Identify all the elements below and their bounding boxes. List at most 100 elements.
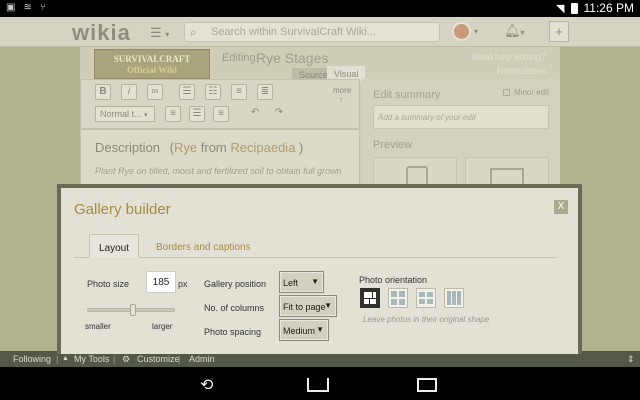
minor-edit-label: Minor edit — [514, 88, 550, 97]
tab-layout[interactable]: Layout — [89, 234, 140, 258]
wifi-icon: ◥ — [556, 2, 565, 15]
outdent-icon[interactable]: ≣ — [257, 84, 273, 100]
wiki-banner: SURVIVALCRAFT Official Wiki — [94, 49, 210, 79]
photo-spacing-label: Photo spacing — [204, 327, 262, 337]
undo-icon[interactable]: ↶ — [247, 106, 263, 122]
chevron-up-icon: ▲ — [62, 355, 69, 362]
android-navigation-bar: ⟲ — [0, 367, 640, 400]
customize-link[interactable]: Customize — [137, 354, 180, 364]
search-icon: ⌕ — [190, 25, 197, 39]
wikia-logo[interactable]: wikia — [72, 20, 131, 46]
my-tools-link[interactable]: My Tools — [74, 354, 109, 364]
gallery-builder-dialog: Gallery builder X Layout Borders and cap… — [57, 184, 582, 354]
edit-summary-label: Edit summary — [373, 89, 441, 101]
orientation-portrait-button[interactable] — [444, 288, 464, 308]
divider: | — [113, 354, 116, 364]
gear-icon: ⚙ — [122, 354, 131, 364]
italic-button[interactable]: i — [121, 84, 137, 100]
usb-icon: ⑂ — [39, 2, 46, 13]
original-shape-icon — [364, 292, 376, 304]
search-placeholder: Search within SurvivalCraft Wiki... — [211, 26, 377, 38]
battery-icon — [570, 2, 578, 14]
hamburger-menu-icon[interactable]: ☰ ▾ — [150, 25, 169, 41]
portrait-grid-icon — [447, 291, 461, 305]
need-help-link[interactable]: Need help editing? — [471, 52, 546, 62]
landscape-grid-icon — [419, 292, 433, 304]
image-notification-icon: ▣ — [6, 2, 16, 13]
dropdown-arrow-icon: ▼ — [324, 301, 332, 310]
heading-close: ) — [299, 140, 304, 155]
more-button[interactable]: more ↑ — [333, 86, 351, 104]
format-select[interactable]: Normal t... ▾ — [95, 106, 155, 122]
minor-edit-checkbox[interactable]: Minor edit — [503, 88, 549, 97]
recents-button[interactable] — [417, 375, 437, 392]
editing-label: Editing — [222, 52, 256, 64]
bell-icon[interactable]: 🔔︎▾ — [504, 23, 525, 39]
banner-subtitle: Official Wiki — [127, 65, 177, 75]
recents-icon — [417, 378, 437, 392]
gallery-position-label: Gallery position — [204, 279, 267, 289]
align-center-icon[interactable]: ☰ — [189, 106, 205, 122]
photo-spacing-value: Medium — [283, 326, 316, 336]
divider: | — [178, 354, 181, 364]
orientation-landscape-button[interactable] — [416, 288, 436, 308]
columns-label: No. of columns — [204, 303, 265, 313]
contribute-button[interactable]: + — [549, 21, 569, 42]
search-input[interactable]: ⌕ Search within SurvivalCraft Wiki... — [184, 22, 440, 42]
bold-button[interactable]: B — [95, 84, 111, 100]
editor-toolbar: B i ∞ ☰ ☷ ≡ ≣ more ↑ Normal t... ▾ ≡ ☰ ≡ … — [80, 79, 360, 129]
preview-label: Preview — [373, 139, 413, 151]
gallery-position-value: Left — [283, 278, 299, 288]
photo-orientation-label: Photo orientation — [359, 275, 428, 285]
dialog-title: Gallery builder — [74, 201, 171, 218]
heading-from: from — [200, 140, 227, 155]
status-bar: ▣ ≋ ⑂ ◥ 11:26 PM — [0, 0, 640, 17]
close-button[interactable]: X — [554, 200, 568, 214]
home-button[interactable] — [307, 374, 329, 392]
orientation-square-button[interactable] — [388, 288, 408, 308]
edit-summary-input[interactable]: Add a summary of your edit — [373, 105, 549, 129]
collapse-icon[interactable]: ⇕ — [627, 354, 635, 365]
dropdown-arrow-icon: ▼ — [316, 325, 324, 334]
link-icon[interactable]: ∞ — [147, 84, 163, 100]
orientation-original-button[interactable] — [360, 288, 380, 308]
notifications-link[interactable]: Notifications — [497, 66, 546, 76]
align-left-icon[interactable]: ≡ — [165, 106, 181, 122]
page-title: Rye Stages — [256, 50, 329, 66]
divider: | — [56, 354, 59, 364]
orientation-hint: Leave photos in their original shape — [363, 315, 490, 324]
indent-icon[interactable]: ≡ — [231, 84, 247, 100]
chevron-down-icon[interactable]: ▾ — [474, 27, 478, 36]
photo-size-input[interactable]: 185 — [146, 271, 176, 293]
rye-link[interactable]: Rye — [174, 140, 197, 155]
redo-icon[interactable]: ↷ — [271, 106, 287, 122]
admin-link[interactable]: Admin — [189, 354, 215, 364]
clock: 11:26 PM — [583, 1, 634, 15]
banner-title: SURVIVALCRAFT — [113, 54, 191, 64]
photo-size-unit: px — [178, 279, 188, 289]
numbered-list-icon[interactable]: ☷ — [205, 84, 221, 100]
heading-text: Description — [95, 140, 161, 155]
photo-size-label: Photo size — [87, 279, 130, 289]
more-label: more — [333, 86, 352, 95]
gallery-position-select[interactable]: Left ▼ — [279, 271, 324, 293]
following-link[interactable]: Following — [13, 354, 51, 364]
dialog-tabs: Layout Borders and captions — [74, 234, 557, 258]
photo-spacing-select[interactable]: Medium ▼ — [279, 319, 329, 341]
slider-smaller-label: smaller — [85, 322, 111, 331]
section-heading: Description (Rye from Recipaedia ) — [95, 140, 304, 155]
bullet-list-icon[interactable]: ☰ — [179, 84, 195, 100]
tab-borders-captions[interactable]: Borders and captions — [147, 234, 260, 258]
browser-viewport: wikia ☰ ▾ ⌕ Search within SurvivalCraft … — [0, 17, 640, 367]
columns-select[interactable]: Fit to page ▼ — [279, 295, 337, 317]
align-right-icon[interactable]: ≡ — [213, 106, 229, 122]
global-navigation: wikia ☰ ▾ ⌕ Search within SurvivalCraft … — [0, 17, 640, 47]
back-icon[interactable]: ⟲ — [200, 375, 213, 395]
columns-value: Fit to page — [283, 302, 326, 312]
format-select-label: Normal t... — [100, 109, 142, 119]
avatar[interactable] — [452, 22, 471, 41]
wifi-notification-icon: ≋ — [23, 2, 32, 13]
home-icon — [307, 378, 329, 392]
recipaedia-link[interactable]: Recipaedia — [230, 140, 295, 155]
slider-handle[interactable] — [129, 304, 136, 316]
